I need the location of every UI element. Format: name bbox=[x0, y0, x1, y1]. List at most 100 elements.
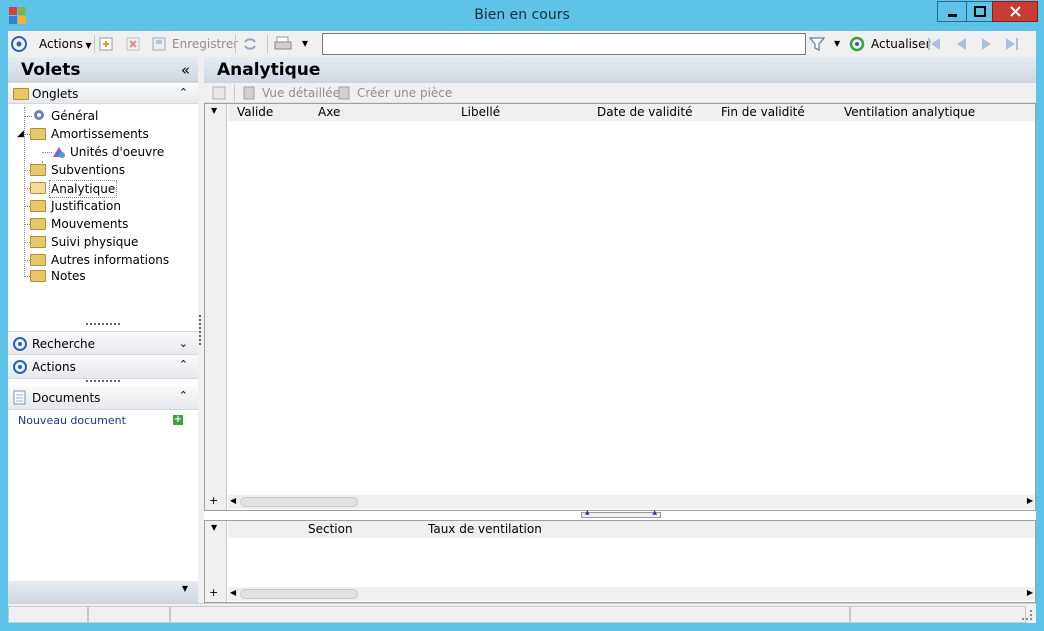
target-icon bbox=[13, 360, 27, 374]
gear-icon bbox=[31, 108, 47, 122]
chevron-up-icon[interactable]: ⌃ bbox=[179, 83, 188, 103]
create-piece-button[interactable]: Créer une pièce bbox=[357, 83, 452, 103]
new-document-link[interactable]: Nouveau document bbox=[18, 414, 126, 427]
horizontal-scrollbar[interactable]: + ◀ ▶ bbox=[209, 586, 1035, 601]
expand-arrow-icon[interactable]: ◢ bbox=[17, 129, 24, 139]
image-icon[interactable] bbox=[212, 86, 226, 100]
title-bar[interactable]: Bien en cours bbox=[0, 0, 1044, 30]
column-header-ventilation[interactable]: Ventilation analytique bbox=[844, 104, 975, 121]
close-button[interactable] bbox=[992, 1, 1038, 22]
splitter-grip[interactable] bbox=[86, 323, 120, 325]
previous-record-icon[interactable] bbox=[954, 37, 968, 51]
status-cell bbox=[8, 606, 88, 623]
chevron-down-icon[interactable]: ▼ bbox=[182, 584, 188, 593]
column-header-date-validite[interactable]: Date de validité bbox=[597, 104, 692, 121]
save-button[interactable]: Enregistrer bbox=[172, 31, 238, 57]
tree-item-analytique[interactable]: Analytique bbox=[49, 180, 118, 198]
actions-menu-label: Actions bbox=[39, 37, 83, 51]
page-title: Analytique bbox=[204, 57, 1036, 83]
column-chooser-icon[interactable]: ▼ bbox=[211, 106, 217, 115]
refresh-button[interactable]: Actualiser bbox=[871, 31, 931, 57]
tree-item-amortissements[interactable]: Amortissements bbox=[51, 126, 149, 142]
folder-icon bbox=[30, 254, 46, 266]
column-header-libelle[interactable]: Libellé bbox=[461, 104, 500, 121]
minimize-button[interactable] bbox=[937, 1, 967, 22]
scroll-thumb[interactable] bbox=[240, 589, 358, 599]
add-document-icon[interactable]: + bbox=[173, 415, 183, 425]
toolbar-separator bbox=[235, 35, 236, 53]
add-row-icon[interactable]: + bbox=[209, 586, 218, 599]
maximize-button[interactable] bbox=[966, 1, 993, 22]
first-record-icon[interactable] bbox=[927, 37, 941, 51]
detail-view-button[interactable]: Vue détaillée bbox=[262, 83, 340, 103]
resize-grip-icon[interactable] bbox=[1022, 610, 1032, 620]
collapse-panel-icon[interactable]: « bbox=[181, 57, 190, 83]
tree-item-mouvements[interactable]: Mouvements bbox=[51, 216, 128, 232]
tree-item-subventions[interactable]: Subventions bbox=[51, 162, 125, 178]
folder-icon bbox=[30, 270, 46, 282]
chevron-down-icon: ▼ bbox=[82, 41, 92, 50]
documents-header[interactable]: Documents ⌃ bbox=[8, 386, 198, 410]
actions-header[interactable]: Actions ⌃ bbox=[8, 355, 198, 379]
new-icon[interactable] bbox=[99, 37, 113, 51]
analytique-grid[interactable]: ▼ Valide Axe Libellé Date de validité Fi… bbox=[204, 103, 1036, 511]
column-header-fin-validite[interactable]: Fin de validité bbox=[721, 104, 805, 121]
scroll-left-icon[interactable]: ◀ bbox=[230, 496, 236, 505]
ventilation-grid[interactable]: ▼ Section Taux de ventilation + ◀ ▶ bbox=[204, 520, 1036, 603]
sync-icon[interactable] bbox=[242, 36, 258, 52]
folder-icon bbox=[30, 200, 46, 212]
horizontal-splitter[interactable]: ▲ ▲ bbox=[581, 509, 661, 518]
tree-item-notes[interactable]: Notes bbox=[51, 268, 86, 284]
add-row-icon[interactable]: + bbox=[209, 494, 218, 507]
chevron-up-icon[interactable]: ⌃ bbox=[179, 353, 188, 377]
column-header-taux-ventilation[interactable]: Taux de ventilation bbox=[428, 521, 542, 538]
recherche-header[interactable]: Recherche ⌄ bbox=[8, 331, 198, 355]
tree-line bbox=[24, 107, 25, 275]
volets-title: Volets bbox=[21, 60, 81, 80]
toolbar-separator bbox=[234, 84, 235, 102]
documents-label: Documents bbox=[32, 391, 101, 405]
last-record-icon[interactable] bbox=[1005, 37, 1019, 51]
chevron-up-icon[interactable]: ⌃ bbox=[179, 384, 188, 408]
refresh-icon bbox=[849, 36, 865, 52]
actions-menu[interactable]: Actions ▼ bbox=[39, 31, 92, 57]
column-chooser-icon[interactable]: ▼ bbox=[211, 523, 217, 532]
status-bar bbox=[8, 603, 1036, 623]
tree-item-suivi-physique[interactable]: Suivi physique bbox=[51, 234, 138, 250]
tree-item-unites-oeuvre[interactable]: Unités d'oeuvre bbox=[70, 144, 164, 160]
tree-item-justification[interactable]: Justification bbox=[51, 198, 121, 214]
scroll-right-icon[interactable]: ▶ bbox=[1027, 496, 1033, 505]
arrow-up-icon: ▲ bbox=[652, 509, 657, 516]
filter-icon[interactable] bbox=[809, 36, 825, 52]
vertical-splitter-grip[interactable] bbox=[199, 315, 201, 345]
print-icon[interactable] bbox=[274, 36, 292, 52]
panel-overflow-bar[interactable]: ▼ bbox=[8, 581, 198, 603]
target-icon bbox=[11, 36, 27, 52]
grid-toolbar: Vue détaillée Créer une pièce bbox=[204, 83, 1036, 103]
create-document-icon bbox=[338, 86, 350, 100]
folder-icon bbox=[30, 218, 46, 230]
horizontal-scrollbar[interactable]: + ◀ ▶ bbox=[209, 494, 1035, 509]
actions-panel-label: Actions bbox=[32, 360, 76, 374]
search-input[interactable] bbox=[322, 33, 806, 55]
onglets-header[interactable]: Onglets ⌃ bbox=[8, 84, 198, 104]
maximize-icon bbox=[974, 6, 986, 17]
next-record-icon[interactable] bbox=[980, 37, 994, 51]
tree-item-autres-informations[interactable]: Autres informations bbox=[51, 252, 169, 268]
splitter-grip[interactable] bbox=[86, 380, 120, 382]
filter-dropdown-icon[interactable]: ▼ bbox=[834, 31, 840, 57]
scroll-left-icon[interactable]: ◀ bbox=[230, 588, 236, 597]
column-header-valide[interactable]: Valide bbox=[237, 104, 273, 121]
main-panel: Analytique Vue détaillée Créer une pièce… bbox=[204, 57, 1036, 603]
scroll-thumb[interactable] bbox=[240, 497, 358, 507]
scroll-right-icon[interactable]: ▶ bbox=[1027, 588, 1033, 597]
document-icon bbox=[13, 390, 26, 405]
status-cell bbox=[170, 606, 850, 623]
window-title: Bien en cours bbox=[474, 7, 570, 23]
column-header-axe[interactable]: Axe bbox=[318, 104, 340, 121]
column-header-section[interactable]: Section bbox=[308, 521, 353, 538]
delete-icon[interactable] bbox=[126, 37, 140, 51]
open-folder-icon bbox=[30, 182, 46, 194]
tree-item-general[interactable]: Général bbox=[51, 108, 98, 124]
print-dropdown-icon[interactable]: ▼ bbox=[302, 31, 308, 57]
